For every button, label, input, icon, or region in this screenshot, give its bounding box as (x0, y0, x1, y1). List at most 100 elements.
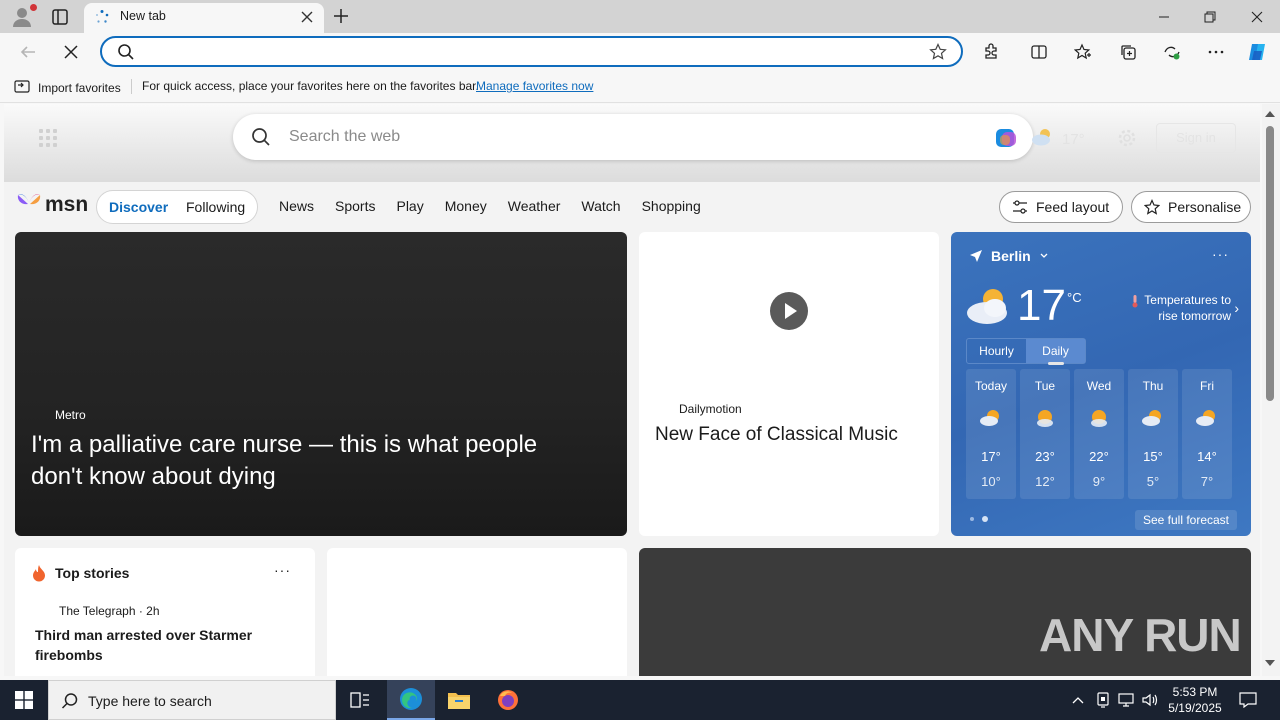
nav-sports[interactable]: Sports (335, 198, 375, 214)
copilot-search-icon[interactable] (993, 125, 1019, 151)
forecast-day[interactable]: Fri 14° 7° (1182, 369, 1232, 499)
import-favorites-button[interactable]: Import favorites (14, 78, 121, 97)
scroll-up-icon[interactable] (1265, 111, 1275, 117)
more-menu-icon[interactable] (1205, 41, 1227, 63)
extensions-icon[interactable] (980, 41, 1002, 63)
weather-message-text: Temperatures to rise tomorrow (1144, 293, 1231, 323)
nav-play[interactable]: Play (396, 198, 423, 214)
forecast-day[interactable]: Tue 23° 12° (1020, 369, 1070, 499)
nav-money[interactable]: Money (445, 198, 487, 214)
chevron-down-icon (1040, 253, 1048, 258)
day-low: 7° (1200, 474, 1214, 489)
weather-location[interactable]: Berlin (969, 248, 1049, 264)
collections-icon[interactable] (1117, 41, 1139, 63)
media-card[interactable]: ANY RUN (639, 548, 1251, 676)
toggle-daily[interactable]: Daily (1026, 339, 1085, 365)
tab-new-tab[interactable]: New tab (84, 3, 324, 33)
search-icon (61, 692, 79, 710)
forecast-day[interactable]: Today 17° 10° (966, 369, 1016, 499)
network-icon[interactable] (1116, 680, 1136, 720)
hero-temperature: 17° (1062, 130, 1085, 148)
close-tab-icon[interactable] (300, 10, 314, 24)
copilot-icon[interactable] (1246, 41, 1268, 63)
app-launcher-icon[interactable] (39, 129, 57, 147)
flame-icon (31, 564, 47, 582)
new-tab-icon[interactable] (332, 7, 350, 25)
notifications-icon[interactable] (1236, 680, 1260, 720)
story-source: The Telegraph · 2h (59, 604, 160, 618)
profile-avatar-icon[interactable] (10, 4, 37, 29)
tab-discover[interactable]: Discover (109, 199, 168, 215)
more-options-icon[interactable]: ··· (274, 562, 291, 578)
restore-icon[interactable] (1187, 0, 1233, 33)
partly-cloudy-icon (1141, 407, 1165, 429)
split-screen-icon[interactable] (1028, 41, 1050, 63)
nav-news[interactable]: News (279, 198, 314, 214)
forecast-day[interactable]: Thu 15° 5° (1128, 369, 1178, 499)
scroll-thumb[interactable] (1266, 126, 1274, 401)
volume-icon[interactable] (1140, 680, 1160, 720)
article-headline[interactable]: I'm a palliative care nurse — this is wh… (31, 429, 591, 493)
hero-weather[interactable]: 17° (1030, 127, 1085, 151)
minimize-icon[interactable] (1141, 0, 1187, 33)
scroll-down-icon[interactable] (1265, 660, 1275, 666)
weather-message[interactable]: Temperatures to rise tomorrow (1115, 292, 1231, 324)
import-favorites-label: Import favorites (38, 80, 121, 95)
personalise-button[interactable]: Personalise (1131, 191, 1251, 223)
back-icon[interactable] (17, 41, 39, 63)
day-low: 5° (1146, 474, 1160, 489)
close-window-icon[interactable] (1234, 0, 1280, 33)
temperature-unit[interactable]: °C (1067, 290, 1082, 305)
tab-following[interactable]: Following (186, 199, 245, 215)
clock-time: 5:53 PM (1172, 685, 1218, 699)
windows-taskbar: Type here to search 5:53 PM 5/19/2025 (0, 680, 1280, 720)
sign-in-button[interactable]: Sign in (1156, 123, 1236, 153)
hero-article-card[interactable]: Metro I'm a palliative care nurse — this… (15, 232, 627, 536)
see-full-forecast-link[interactable]: See full forecast (1134, 510, 1237, 530)
taskbar-search[interactable]: Type here to search (48, 680, 336, 720)
favorites-icon[interactable] (1072, 41, 1094, 63)
stop-loading-icon[interactable] (60, 41, 82, 63)
toggle-hourly[interactable]: Hourly (967, 339, 1026, 363)
page-scrollbar[interactable] (1262, 104, 1280, 676)
nav-weather[interactable]: Weather (508, 198, 561, 214)
device-icon[interactable] (1093, 680, 1113, 720)
weather-card[interactable]: Berlin ··· 17 °C Temperatures to rise to… (951, 232, 1251, 536)
manage-favorites-link[interactable]: Manage favorites now (476, 79, 593, 93)
day-low: 10° (981, 474, 1001, 489)
nav-shopping[interactable]: Shopping (642, 198, 701, 214)
daily-forecast: Today 17° 10° Tue 23° 12° Wed 22° 9° Thu… (966, 369, 1232, 499)
nav-watch[interactable]: Watch (581, 198, 620, 214)
carousel-dots[interactable] (970, 516, 988, 522)
msn-logo[interactable]: msn (16, 191, 88, 219)
story-headline[interactable]: Third man arrested over Starmer firebomb… (35, 625, 275, 665)
feed-tabs: Discover Following (96, 190, 258, 224)
partly-sunny-icon (1087, 407, 1111, 429)
play-icon[interactable] (770, 292, 808, 330)
browser-essentials-icon[interactable] (1161, 41, 1183, 63)
more-options-icon[interactable]: ··· (1212, 246, 1229, 262)
windows-start-icon[interactable] (0, 680, 48, 720)
day-high: 23° (1035, 449, 1055, 464)
favorite-star-icon[interactable] (929, 43, 947, 61)
forecast-day[interactable]: Wed 22° 9° (1074, 369, 1124, 499)
feed-layout-button[interactable]: Feed layout (999, 191, 1123, 223)
task-view-icon[interactable] (336, 680, 384, 720)
firefox-icon[interactable] (484, 680, 532, 720)
day-high: 15° (1143, 449, 1163, 464)
edge-browser-icon[interactable] (387, 680, 435, 720)
video-headline[interactable]: New Face of Classical Music (655, 424, 898, 446)
file-explorer-icon[interactable] (435, 680, 483, 720)
address-bar[interactable] (100, 36, 963, 67)
chevron-right-icon[interactable]: › (1234, 300, 1239, 316)
clock-date: 5/19/2025 (1168, 701, 1222, 715)
system-clock[interactable]: 5:53 PM 5/19/2025 (1162, 684, 1228, 716)
settings-gear-icon[interactable] (1117, 128, 1137, 148)
partly-sunny-icon (979, 407, 1003, 429)
web-search-box[interactable]: Search the web (233, 114, 1033, 160)
partly-sunny-icon (1033, 407, 1057, 429)
tab-actions-icon[interactable] (50, 7, 70, 27)
video-card[interactable]: Dailymotion New Face of Classical Music (639, 232, 939, 536)
taskbar-search-placeholder: Type here to search (88, 693, 212, 709)
show-hidden-icons-icon[interactable] (1068, 680, 1088, 720)
